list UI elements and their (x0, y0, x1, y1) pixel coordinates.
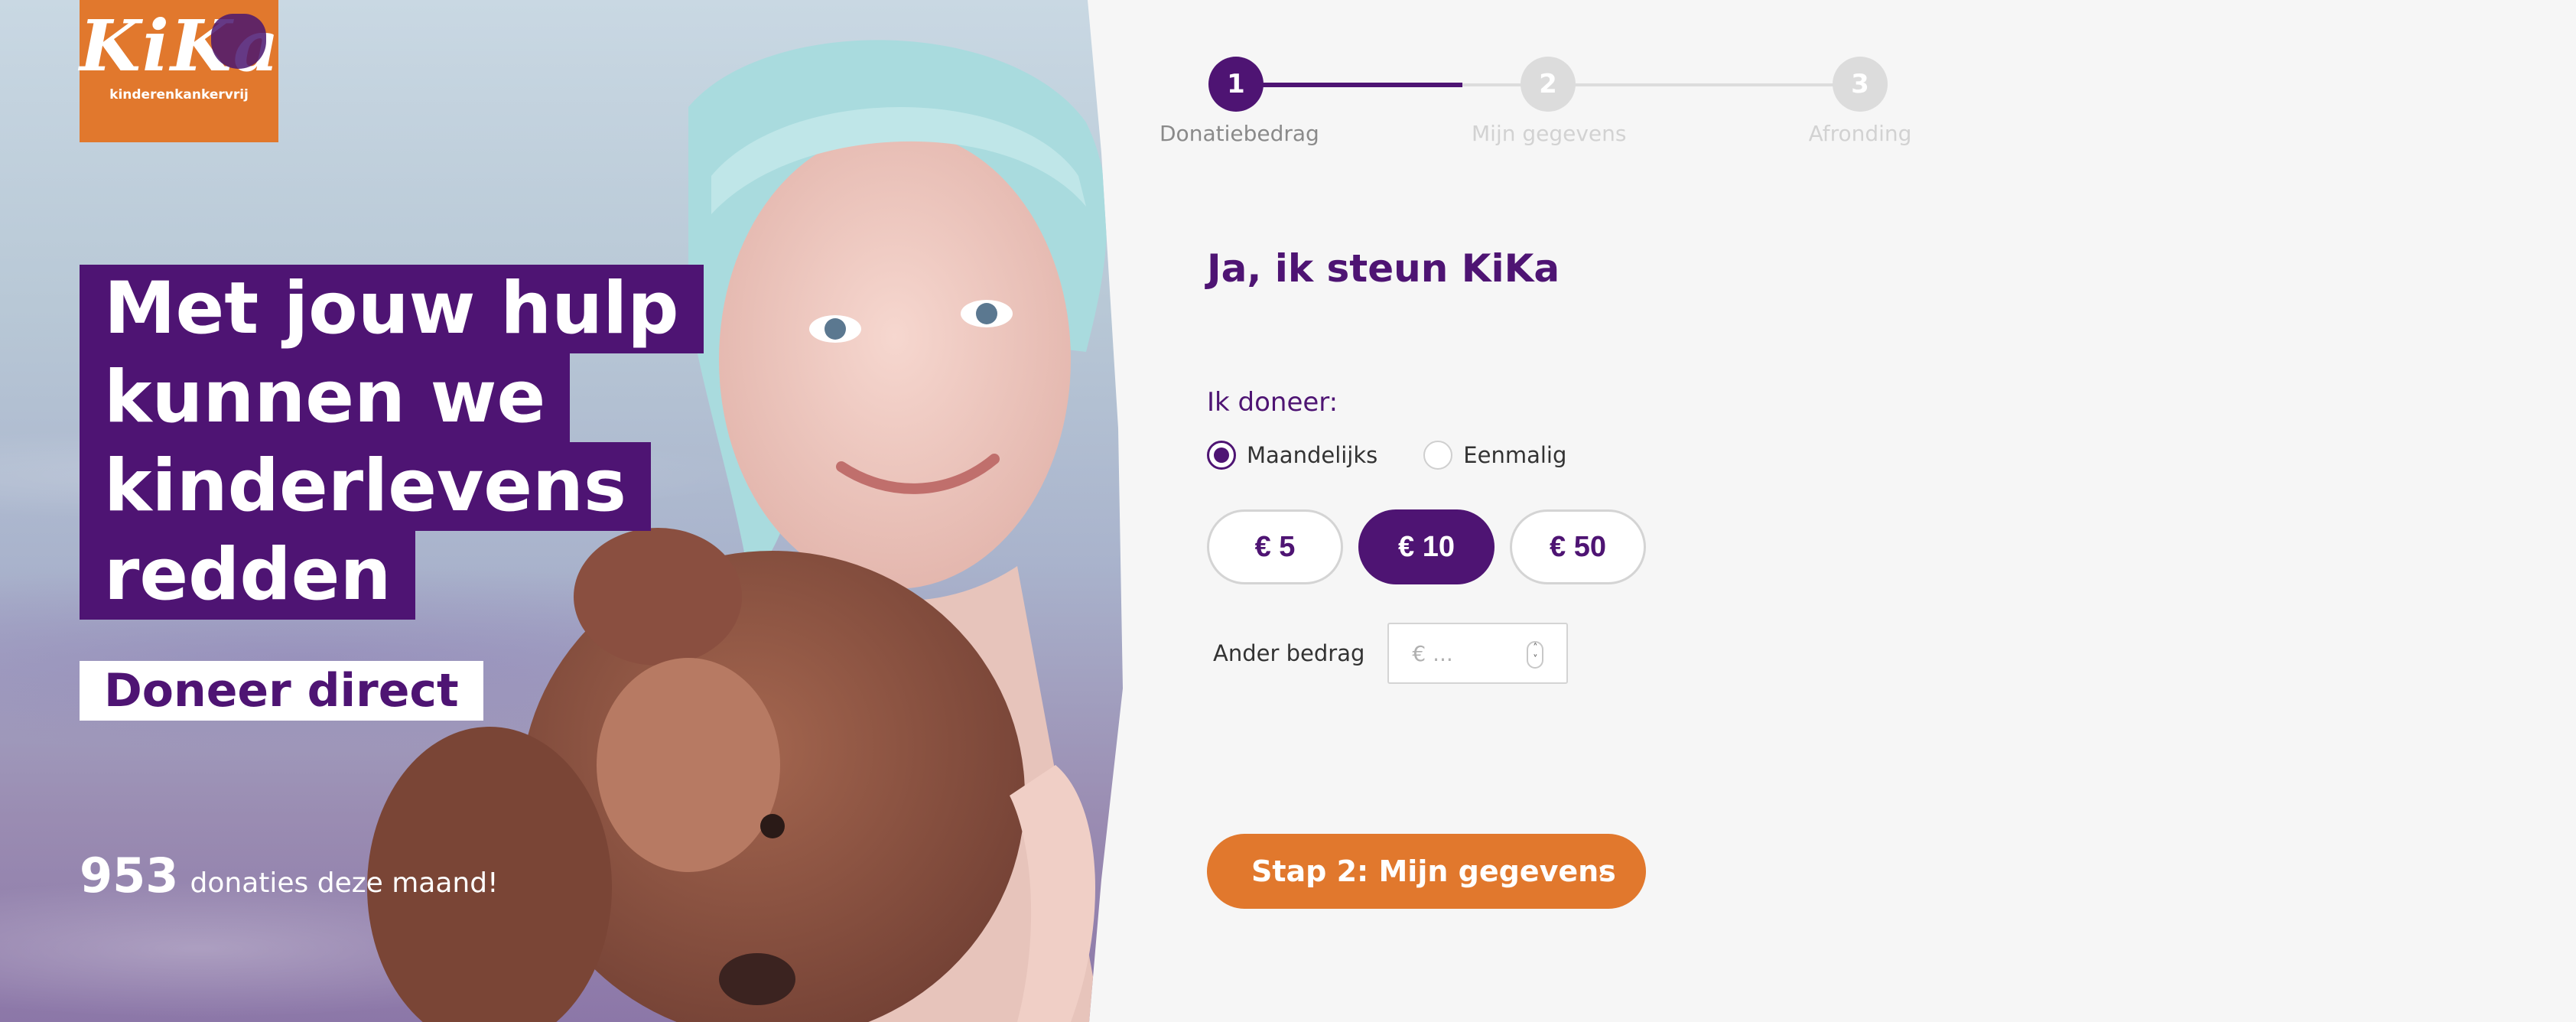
other-amount-row: Ander bedrag ˄˅ (1213, 623, 1569, 684)
donation-count-number: 953 (80, 848, 179, 903)
step-number: 1 (1208, 57, 1264, 112)
radio-unchecked-icon[interactable] (1423, 441, 1453, 470)
hero-panel: KiKa kinderenkankervrij Met jouw hulp ku… (0, 0, 1123, 1022)
hero-headline: Met jouw hulp kunnen we kinderlevens red… (80, 265, 704, 620)
step-1: 1 Donatiebedrag (1160, 57, 1319, 146)
headline-line: Met jouw hulp (80, 265, 704, 353)
step-label: Donatiebedrag (1160, 121, 1319, 146)
other-amount-field[interactable]: ˄˅ (1387, 623, 1569, 684)
step-3: 3 Afronding (1784, 57, 1937, 146)
donation-count-text: donaties deze maand! (190, 867, 499, 899)
amount-button-10[interactable]: € 10 (1358, 509, 1495, 584)
handprint-icon (211, 14, 266, 69)
step-label: Afronding (1808, 121, 1912, 146)
doneer-direct-badge: Doneer direct (80, 661, 483, 721)
radio-checked-icon[interactable] (1207, 441, 1236, 470)
next-step-button[interactable]: Stap 2: Mijn gegevens › (1207, 834, 1646, 909)
radio-label[interactable]: Eenmalig (1463, 442, 1566, 468)
radio-maandelijks[interactable]: Maandelijks (1207, 441, 1377, 470)
amount-button-50[interactable]: € 50 (1510, 509, 1646, 584)
form-title: Ja, ik steun KiKa (1207, 246, 1560, 291)
amount-options: € 5 € 10 € 50 (1207, 509, 1661, 584)
step-2: 2 Mijn gegevens (1472, 57, 1627, 146)
radio-eenmalig[interactable]: Eenmalig (1423, 441, 1566, 470)
next-step-label[interactable]: Stap 2: Mijn gegevens (1251, 854, 1616, 888)
step-number: 3 (1833, 57, 1888, 112)
headline-line: redden (80, 531, 416, 620)
donation-counter: 953 donaties deze maand! (80, 848, 499, 903)
donate-label: Ik doneer: (1207, 387, 1338, 418)
spinner-icon[interactable]: ˄ ˅ (1527, 641, 1544, 669)
amount-button-5[interactable]: € 5 (1207, 509, 1343, 584)
progress-stepper: 1 Donatiebedrag 2 Mijn gegevens 3 Afrond… (1160, 57, 1911, 156)
headline-line: kunnen we (80, 353, 571, 442)
chevron-right-icon[interactable]: › (1597, 834, 1608, 909)
headline-line: kinderlevens (80, 442, 651, 531)
frequency-radio-group: Maandelijks Eenmalig (1207, 441, 1612, 470)
step-label: Mijn gegevens (1472, 121, 1627, 146)
kika-logo[interactable]: KiKa kinderenkankervrij (80, 0, 278, 142)
radio-label[interactable]: Maandelijks (1247, 442, 1377, 468)
step-number: 2 (1521, 57, 1576, 112)
other-amount-label: Ander bedrag (1213, 640, 1365, 666)
